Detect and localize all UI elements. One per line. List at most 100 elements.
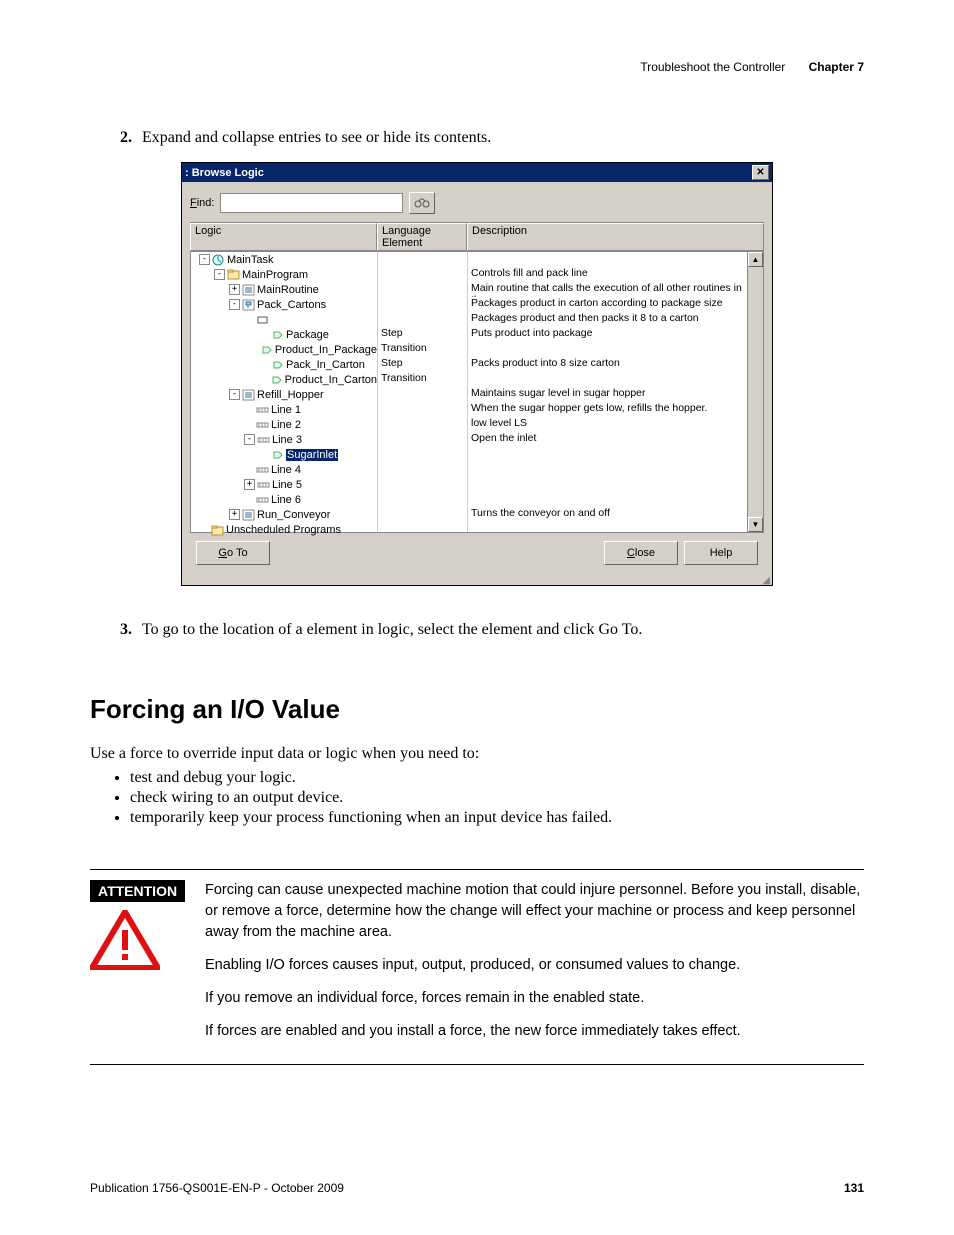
lang-cell [378,522,467,537]
tree-row[interactable]: Package [191,327,377,342]
tree-row[interactable]: Pack_In_Carton [191,357,377,372]
desc-cell: Packages product and then packs it 8 to … [468,312,747,327]
attention-p1: Forcing can cause unexpected machine mot… [205,880,864,943]
attention-callout: ATTENTION Forcing can cause unexpected m… [90,869,864,1065]
tree-row[interactable]: - MainTask [191,252,377,267]
collapse-icon[interactable]: - [199,254,210,265]
collapse-icon[interactable]: - [229,299,240,310]
tree-label: Line 6 [271,494,301,506]
tree-row[interactable]: Line 2 [191,417,377,432]
tree-label: MainTask [227,254,273,266]
tree-row[interactable]: SugarInlet [191,447,377,462]
tree-row[interactable]: Line 4 [191,462,377,477]
routine-icon [242,284,255,296]
folder-icon [211,524,224,536]
step-3-number: 3. [120,621,142,639]
header-description[interactable]: Description [467,223,764,251]
tree-label: Refill_Hopper [257,389,324,401]
desc-cell: Maintains sugar level in sugar hopper [468,387,747,402]
bullet-item: check wiring to an output device. [130,789,864,807]
tree-label: Pack_Cartons [257,299,326,311]
tree-row[interactable]: Line 6 [191,492,377,507]
step-2-number: 2. [120,129,142,147]
tree-row[interactable]: -MainProgram [191,267,377,282]
tree-row[interactable]: - Refill_Hopper [191,387,377,402]
tree-label: Product_In_Package [275,344,377,356]
rung-icon [256,419,269,431]
step-3: 3. To go to the location of a element in… [120,621,864,639]
help-button[interactable]: Help [684,541,758,565]
tree-row[interactable]: -Line 3 [191,432,377,447]
tree-row[interactable]: Line 1 [191,402,377,417]
tree-row[interactable] [191,312,377,327]
tree-row[interactable]: +Run_Conveyor [191,507,377,522]
task-icon [212,254,225,266]
collapse-icon[interactable]: - [214,269,225,280]
routine-icon [242,509,255,521]
rung-icon [256,404,269,416]
tree-row[interactable]: - Pack_Cartons [191,297,377,312]
rung-icon [257,434,270,446]
scroll-down-icon[interactable]: ▼ [748,517,763,532]
tree-label: Line 5 [272,479,302,491]
sfcbox-icon [256,314,269,326]
desc-cell: Packages product in carton according to … [468,297,747,312]
find-binoculars-button[interactable] [409,192,435,214]
goto-button[interactable]: Go To [196,541,270,565]
find-input[interactable] [220,193,403,213]
desc-cell: low level LS [468,417,747,432]
tree-row[interactable]: +MainRoutine [191,282,377,297]
rung-icon [256,494,269,506]
desc-cell: Controls fill and pack line [468,267,747,282]
tree-label: SugarInlet [286,449,338,461]
bullet-item: test and debug your logic. [130,769,864,787]
expand-icon[interactable]: + [244,479,255,490]
step-icon [271,359,284,371]
tree-row[interactable]: Product_In_Package [191,342,377,357]
lang-cell [378,507,467,522]
step-icon [271,329,284,341]
header-section: Troubleshoot the Controller [640,60,785,74]
attention-p2: Enabling I/O forces causes input, output… [205,955,864,976]
lang-cell [378,462,467,477]
tree-label: Line 2 [271,419,301,431]
rung-icon [256,464,269,476]
lang-cell: Step [378,327,467,342]
resize-grip-icon[interactable]: ◢ [182,577,772,585]
collapse-icon[interactable]: - [229,389,240,400]
desc-cell [468,492,747,507]
close-icon[interactable]: ✕ [752,165,769,180]
dialog-title-text: : Browse Logic [185,167,264,179]
attention-p3: If you remove an individual force, force… [205,988,864,1009]
tree-label: Package [286,329,329,341]
vertical-scrollbar[interactable]: ▲ ▼ [747,252,763,532]
dialog-footer: Go To Close Help [190,533,764,569]
desc-cell: Puts product into package [468,327,747,342]
grid-headers: Logic Language Element Description [190,222,764,251]
attention-p4: If forces are enabled and you install a … [205,1021,864,1042]
expand-icon[interactable]: + [229,284,240,295]
lang-cell [378,252,467,267]
tree-label: Line 1 [271,404,301,416]
lang-cell: Transition [378,342,467,357]
desc-cell [468,447,747,462]
collapse-icon[interactable]: - [244,434,255,445]
close-button[interactable]: Close [604,541,678,565]
intro-paragraph: Use a force to override input data or lo… [90,745,864,763]
page-header: Troubleshoot the Controller Chapter 7 [90,60,864,74]
step-2: 2. Expand and collapse entries to see or… [120,129,864,147]
rung-icon [257,479,270,491]
browse-logic-dialog: : Browse Logic ✕ Find: Logic Language El… [181,162,773,586]
header-logic[interactable]: Logic [190,223,377,251]
tree-row[interactable]: + Line 5 [191,477,377,492]
expand-icon[interactable]: + [229,509,240,520]
scroll-up-icon[interactable]: ▲ [748,252,763,267]
prog-icon [227,269,240,281]
tree-label: Product_In_Carton [285,374,377,386]
lang-cell [378,477,467,492]
header-language-element[interactable]: Language Element [377,223,467,251]
tree-row[interactable]: Unscheduled Programs [191,522,377,537]
step-2-text: Expand and collapse entries to see or hi… [142,129,491,147]
desc-cell: Main routine that calls the execution of… [468,282,747,297]
tree-row[interactable]: Product_In_Carton [191,372,377,387]
